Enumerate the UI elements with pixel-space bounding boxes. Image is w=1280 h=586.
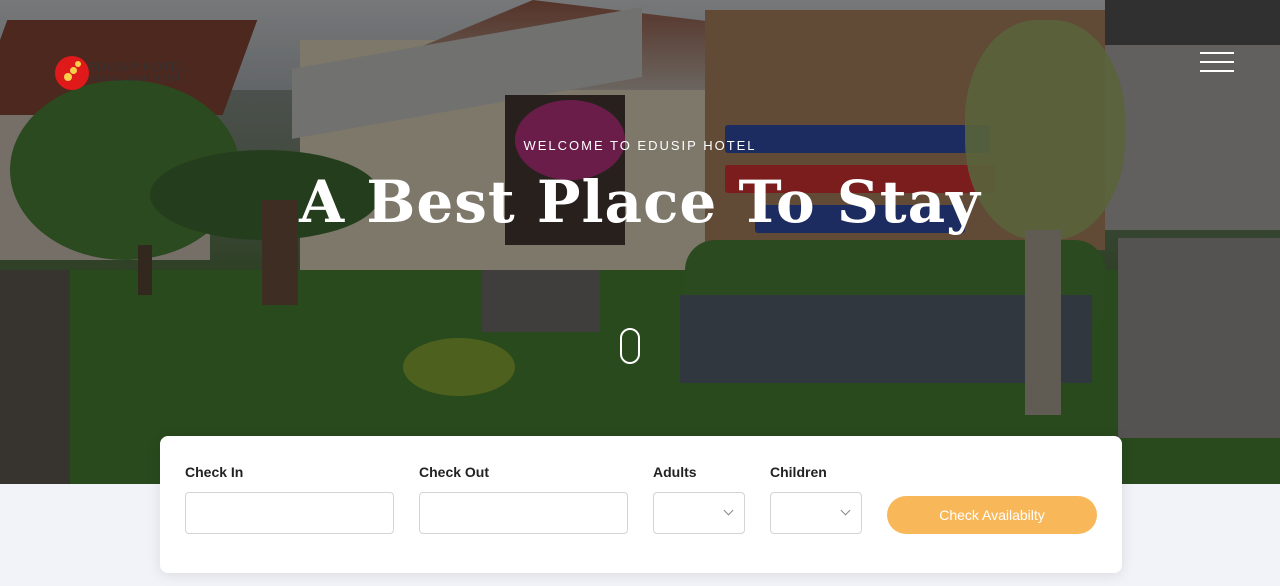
chevron-down-icon [840, 505, 851, 516]
hero-dark-overlay [0, 0, 1280, 484]
check-out-label: Check Out [419, 464, 490, 480]
check-in-input[interactable] [185, 492, 394, 534]
check-availability-button[interactable]: Check Availabilty [887, 496, 1097, 534]
logo-icon[interactable] [55, 56, 89, 90]
children-select[interactable] [770, 492, 862, 534]
hero-background-photo [0, 0, 1280, 484]
check-in-label: Check In [185, 464, 244, 480]
children-label: Children [770, 464, 827, 480]
chevron-down-icon [723, 505, 734, 516]
hero-eyebrow: WELCOME TO EDUSIP HOTEL [523, 138, 757, 153]
mouse-scroll-icon[interactable] [620, 328, 640, 364]
logo-tagline: educational hotel [88, 73, 181, 84]
adults-label: Adults [653, 464, 697, 480]
hamburger-menu-icon[interactable] [1200, 52, 1236, 74]
logo-name[interactable]: EDUSIP HOTEL [88, 61, 188, 73]
check-out-input[interactable] [419, 492, 628, 534]
adults-select[interactable] [653, 492, 745, 534]
booking-form: Check In Check Out Adults Children Check… [160, 436, 1122, 573]
hero-headline: A Best Place To Stay [299, 168, 981, 236]
